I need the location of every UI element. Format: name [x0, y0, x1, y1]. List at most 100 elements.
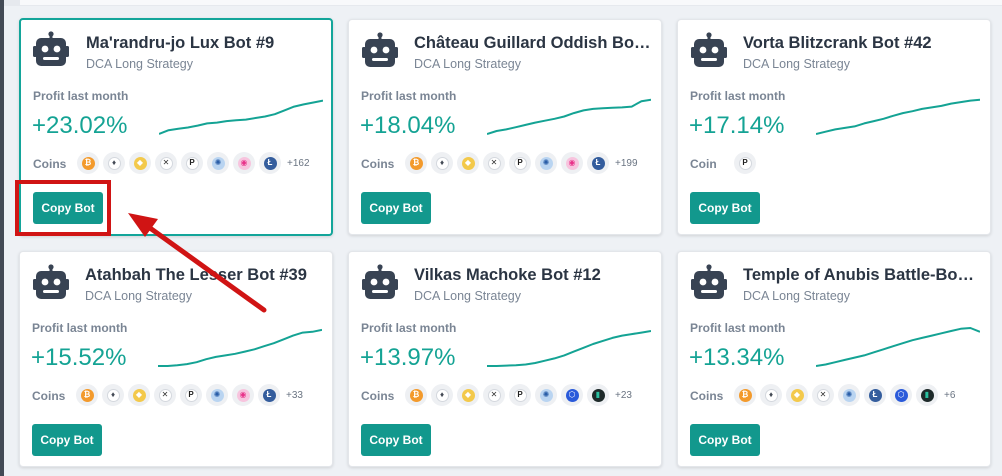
ltc-icon: Ł [587, 152, 609, 174]
bot-title[interactable]: Ma'randru-jo Lux Bot #9 [86, 34, 326, 53]
coin-list: ₿ ♦ ◆ ✕ P ✺ ◉ Ł +199 [405, 152, 638, 174]
bot-card[interactable]: Vilkas Machoke Bot #12 DCA Long Strategy… [348, 251, 662, 467]
strategy-label: DCA Long Strategy [85, 289, 193, 303]
profit-sparkline [487, 330, 651, 367]
profit-label: Profit last month [32, 321, 128, 335]
sparkline-path [159, 99, 323, 135]
sidebar-edge [0, 0, 4, 476]
ada-icon: ✺ [207, 152, 229, 174]
btc-icon: ₿ [734, 384, 756, 406]
uni-icon: ◉ [233, 152, 255, 174]
ltc-icon: Ł [864, 384, 886, 406]
top-strip [4, 0, 1002, 6]
copy-bot-button[interactable]: Copy Bot [690, 192, 760, 224]
bot-title[interactable]: Temple of Anubis Battle-Bo… [743, 266, 983, 285]
hbar-icon: ▮ [587, 384, 609, 406]
btc-icon: ₿ [405, 152, 427, 174]
btc-icon: ₿ [77, 152, 99, 174]
link-icon: ⬡ [561, 384, 583, 406]
bot-title[interactable]: Vorta Blitzcrank Bot #42 [743, 34, 983, 53]
dot-icon: P [181, 152, 203, 174]
robot-icon [362, 32, 398, 70]
ltc-icon: Ł [258, 384, 280, 406]
strategy-label: DCA Long Strategy [743, 57, 851, 71]
coins-label: Coins [33, 157, 67, 171]
link-icon: ⬡ [890, 384, 912, 406]
strategy-label: DCA Long Strategy [86, 57, 194, 71]
coins-label: Coins [361, 389, 395, 403]
more-coins-count: +6 [944, 389, 956, 401]
xrp-icon: ✕ [155, 152, 177, 174]
profit-label: Profit last month [33, 89, 129, 103]
more-coins-count: +33 [286, 389, 303, 401]
copy-bot-button[interactable]: Copy Bot [690, 424, 760, 456]
bnb-icon: ◆ [457, 152, 479, 174]
dot-icon: P [180, 384, 202, 406]
profit-label: Profit last month [690, 321, 786, 335]
sparkline-path [816, 327, 980, 367]
profit-value: +18.04% [360, 112, 456, 139]
ada-icon: ✺ [838, 384, 860, 406]
coins-label: Coins [690, 389, 724, 403]
profit-sparkline [816, 327, 980, 367]
eth-icon: ♦ [102, 384, 124, 406]
coins-label: Coins [32, 389, 66, 403]
bot-card[interactable]: Atahbah The Lesser Bot #39 DCA Long Stra… [19, 251, 333, 467]
profit-sparkline [159, 99, 323, 135]
coins-label: Coins [361, 157, 395, 171]
xrp-icon: ✕ [483, 384, 505, 406]
bot-title[interactable]: Atahbah The Lesser Bot #39 [85, 266, 325, 285]
bnb-icon: ◆ [128, 384, 150, 406]
copy-bot-button[interactable]: Copy Bot [361, 192, 431, 224]
coin-list: ₿ ♦ ◆ ✕ P ✺ ◉ Ł +162 [77, 152, 310, 174]
bot-card[interactable]: Vorta Blitzcrank Bot #42 DCA Long Strate… [677, 19, 991, 235]
highlight-box [15, 180, 111, 236]
robot-icon [691, 32, 727, 70]
profit-label: Profit last month [361, 89, 457, 103]
bnb-icon: ◆ [786, 384, 808, 406]
btc-icon: ₿ [76, 384, 98, 406]
eth-icon: ♦ [431, 152, 453, 174]
more-coins-count: +199 [615, 157, 638, 169]
more-coins-count: +162 [287, 157, 310, 169]
profit-value: +13.97% [360, 344, 456, 371]
uni-icon: ◉ [232, 384, 254, 406]
robot-icon [362, 264, 398, 302]
xrp-icon: ✕ [483, 152, 505, 174]
bot-title[interactable]: Vilkas Machoke Bot #12 [414, 266, 654, 285]
coin-list: ₿ ♦ ◆ ✕ ✺ Ł ⬡ ▮ +6 [734, 384, 955, 406]
copy-bot-button[interactable]: Copy Bot [32, 424, 102, 456]
profit-value: +17.14% [689, 112, 785, 139]
sparkline-path [158, 328, 322, 367]
strategy-label: DCA Long Strategy [743, 289, 851, 303]
eth-icon: ♦ [431, 384, 453, 406]
copy-bot-button[interactable]: Copy Bot [361, 424, 431, 456]
profit-value: +15.52% [31, 344, 127, 371]
profit-label: Profit last month [690, 89, 786, 103]
ada-icon: ✺ [535, 152, 557, 174]
robot-icon [33, 31, 69, 69]
coins-label: Coin [690, 157, 717, 171]
dot-icon: P [734, 152, 756, 174]
profit-value: +23.02% [32, 112, 128, 139]
bot-title[interactable]: Château Guillard Oddish Bo… [414, 34, 654, 53]
coin-list: ₿ ♦ ◆ ✕ P ✺ ◉ Ł +33 [76, 384, 303, 406]
bot-card[interactable]: Château Guillard Oddish Bo… DCA Long Str… [348, 19, 662, 235]
profit-sparkline [487, 98, 651, 135]
ada-icon: ✺ [535, 384, 557, 406]
ltc-icon: Ł [259, 152, 281, 174]
robot-icon [33, 264, 69, 302]
strategy-label: DCA Long Strategy [414, 289, 522, 303]
bnb-icon: ◆ [129, 152, 151, 174]
profit-value: +13.34% [689, 344, 785, 371]
bnb-icon: ◆ [457, 384, 479, 406]
btc-icon: ₿ [405, 384, 427, 406]
coin-list: P [734, 152, 762, 174]
dot-icon: P [509, 384, 531, 406]
bot-card[interactable]: Temple of Anubis Battle-Bo… DCA Long Str… [677, 251, 991, 467]
profit-sparkline [158, 328, 322, 367]
xrp-icon: ✕ [154, 384, 176, 406]
robot-icon [691, 264, 727, 302]
sparkline-path [487, 98, 651, 135]
profit-label: Profit last month [361, 321, 457, 335]
